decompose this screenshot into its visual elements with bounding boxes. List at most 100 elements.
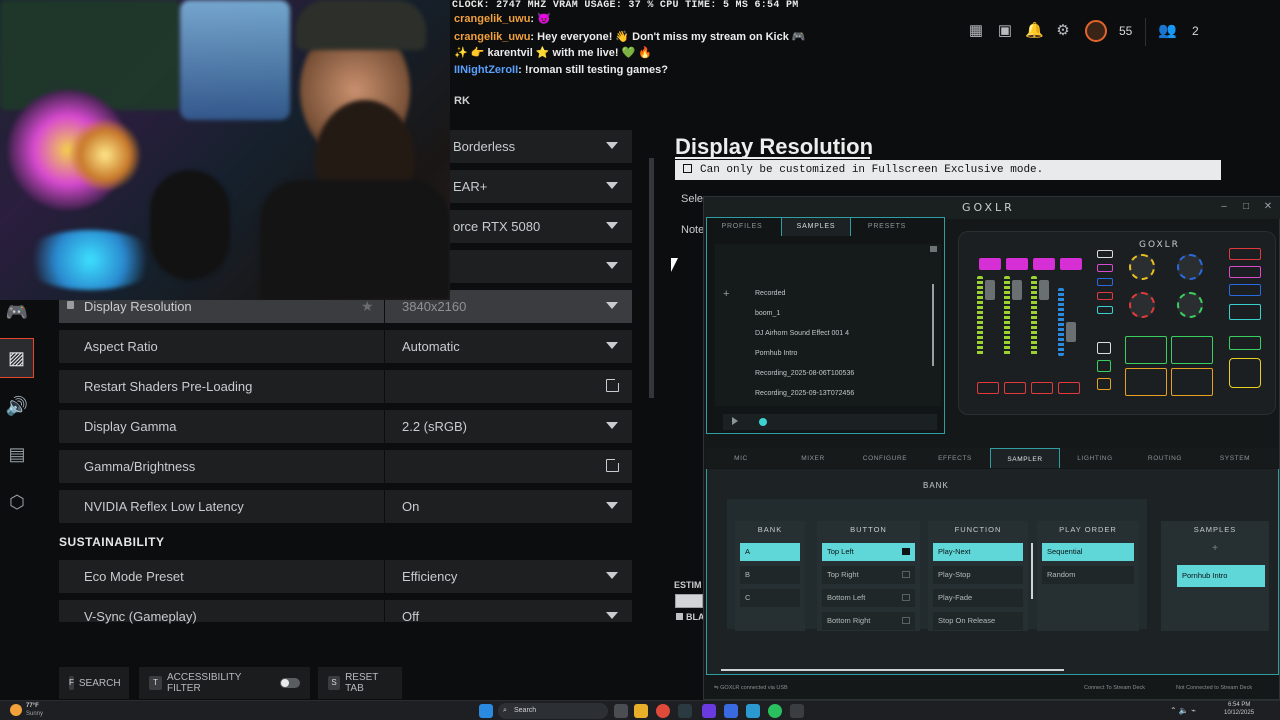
reset-tab-button[interactable]: S RESET TAB: [318, 667, 402, 699]
accessibility-toggle[interactable]: [279, 678, 300, 688]
setting-row[interactable]: NVIDIA Reflex Low Latency On: [59, 490, 632, 523]
interface-icon[interactable]: ▤: [0, 434, 34, 474]
app-icon[interactable]: [790, 704, 804, 718]
task-view-icon[interactable]: [614, 704, 628, 718]
close-icon[interactable]: ✕: [1261, 200, 1275, 214]
chat-username[interactable]: IINightZeroII: [454, 64, 518, 76]
chevron-down-icon[interactable]: [606, 342, 618, 349]
minimize-icon[interactable]: –: [1217, 200, 1231, 214]
taskbar-search[interactable]: ⌕ Search: [498, 703, 608, 719]
buttons-option[interactable]: Top Left: [822, 543, 915, 561]
setting-row[interactable]: Display Gamma 2.2 (sRGB): [59, 410, 632, 443]
play-icon[interactable]: [732, 417, 738, 425]
windows-start-icon[interactable]: [479, 704, 493, 718]
chevron-down-icon[interactable]: [606, 182, 618, 189]
terminal-icon[interactable]: [678, 704, 692, 718]
setting-row[interactable]: Eco Mode Preset Efficiency: [59, 560, 632, 593]
nav-tab-routing[interactable]: ROUTING: [1130, 448, 1200, 468]
chrome-icon[interactable]: [656, 704, 670, 718]
prestige-badge-icon[interactable]: [1085, 20, 1107, 42]
setting-row[interactable]: Gamma/Brightness: [59, 450, 632, 483]
search-button[interactable]: F SEARCH: [59, 667, 129, 699]
goxlr-tab-samples[interactable]: SAMPLES: [781, 218, 851, 236]
app-icon[interactable]: [746, 704, 760, 718]
favorite-icon[interactable]: ★: [361, 298, 374, 315]
add-sample-icon[interactable]: +: [723, 288, 729, 300]
setting-row[interactable]: Restart Shaders Pre-Loading: [59, 370, 632, 403]
settings-scrollbar[interactable]: [649, 158, 654, 398]
maximize-icon[interactable]: □: [1239, 200, 1253, 214]
add-sample-button[interactable]: +: [1161, 543, 1269, 554]
goxlr-titlebar: GOXLR – □ ✕: [704, 197, 1280, 219]
chevron-down-icon[interactable]: [606, 142, 618, 149]
friends-icon[interactable]: 👥: [1158, 22, 1177, 40]
chevron-down-icon[interactable]: [606, 302, 618, 309]
sample-file-item[interactable]: Recording_2025-09-13T072456: [755, 390, 854, 397]
function-scrollbar[interactable]: [1031, 543, 1033, 599]
accessibility-filter-button[interactable]: T ACCESSIBILITY FILTER: [139, 667, 310, 699]
sample-file-item[interactable]: DJ Airhorn Sound Effect 001 4: [755, 330, 849, 337]
graphics-icon[interactable]: ▨: [0, 338, 34, 378]
banks-option[interactable]: A: [740, 543, 800, 561]
samples-scrollbar[interactable]: [932, 284, 934, 366]
nav-tab-effects[interactable]: EFFECTS: [920, 448, 990, 468]
chevron-down-icon[interactable]: [606, 262, 618, 269]
app-icon[interactable]: [724, 704, 738, 718]
functions-option[interactable]: Play-Fade: [933, 589, 1023, 607]
setting-row[interactable]: [450, 250, 632, 283]
play_orders-option[interactable]: Random: [1042, 566, 1134, 584]
sample-file-item[interactable]: Recording_2025-08-06T100536: [755, 370, 854, 377]
nav-tab-configure[interactable]: CONFIGURE: [850, 448, 920, 468]
goxlr-tab-presets[interactable]: PRESETS: [852, 218, 922, 236]
nav-tab-sampler[interactable]: SAMPLER: [990, 448, 1060, 468]
setting-row[interactable]: Aspect Ratio Automatic: [59, 330, 632, 363]
connect-stream-deck-link[interactable]: Connect To Stream Deck: [1084, 685, 1145, 691]
chat-icon[interactable]: ▣: [996, 22, 1014, 40]
banks-option[interactable]: B: [740, 566, 800, 584]
buttons-option[interactable]: Bottom Left: [822, 589, 915, 607]
setting-row[interactable]: EAR+: [450, 170, 632, 203]
sampler-horizontal-scrollbar[interactable]: [721, 669, 1064, 671]
xbox-icon[interactable]: [768, 704, 782, 718]
apps-grid-icon[interactable]: ▦: [967, 22, 985, 40]
sample-file-item[interactable]: Pornhub Intro: [755, 350, 797, 357]
playback-position[interactable]: [759, 418, 767, 426]
setting-value: Efficiency: [402, 569, 458, 584]
network-icon[interactable]: ⬡: [0, 482, 34, 522]
buttons-option[interactable]: Bottom Right: [822, 612, 915, 630]
audio-icon[interactable]: 🔊: [0, 386, 34, 426]
discord-icon[interactable]: [702, 704, 716, 718]
sample-file-item[interactable]: Recorded: [755, 290, 785, 297]
buttons-option[interactable]: Top Right: [822, 566, 915, 584]
setting-row[interactable]: V-Sync (Gameplay) Off: [59, 600, 632, 633]
play_orders-option[interactable]: Sequential: [1042, 543, 1134, 561]
nav-tab-mic[interactable]: MIC: [706, 448, 776, 468]
setting-row[interactable]: orce RTX 5080: [450, 210, 632, 243]
functions-option[interactable]: Stop On Release: [933, 612, 1023, 630]
functions-option[interactable]: Play-Stop: [933, 566, 1023, 584]
chevron-down-icon[interactable]: [606, 612, 618, 619]
chevron-down-icon[interactable]: [606, 422, 618, 429]
banks-option[interactable]: C: [740, 589, 800, 607]
nav-tab-system[interactable]: SYSTEM: [1200, 448, 1270, 468]
external-link-icon[interactable]: [606, 457, 621, 472]
nav-tab-mixer[interactable]: MIXER: [778, 448, 848, 468]
external-link-icon[interactable]: [606, 377, 621, 392]
chevron-down-icon[interactable]: [606, 222, 618, 229]
bell-icon[interactable]: 🔔: [1025, 22, 1044, 40]
folder-icon[interactable]: [930, 246, 937, 252]
chat-username[interactable]: crangelik_uwu: [454, 31, 530, 43]
goxlr-tab-profiles[interactable]: PROFILES: [707, 218, 777, 236]
tray-icons[interactable]: ⌃ 🔈 ⌁: [1170, 706, 1196, 715]
functions-option[interactable]: Play-Next: [933, 543, 1023, 561]
nav-tab-lighting[interactable]: LIGHTING: [1060, 448, 1130, 468]
sample-file-item[interactable]: boom_1: [755, 310, 780, 317]
setting-row[interactable]: Borderless: [450, 130, 632, 163]
chat-username[interactable]: crangelik_uwu: [454, 13, 530, 25]
file-explorer-icon[interactable]: [634, 704, 648, 718]
assigned-sample[interactable]: Pornhub Intro: [1177, 565, 1265, 587]
gear-icon[interactable]: ⚙: [1054, 22, 1072, 40]
weather-icon[interactable]: [10, 704, 22, 716]
chevron-down-icon[interactable]: [606, 502, 618, 509]
chevron-down-icon[interactable]: [606, 572, 618, 579]
